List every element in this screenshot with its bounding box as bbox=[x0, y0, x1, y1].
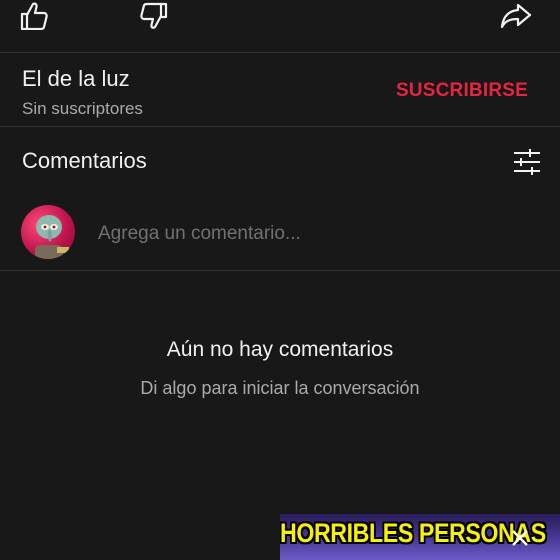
channel-row: El de la luz Sin suscriptores SUSCRIBIRS… bbox=[0, 54, 560, 126]
comments-header: Comentarios bbox=[0, 128, 560, 194]
sliders-icon bbox=[514, 149, 540, 175]
sort-filter-button[interactable] bbox=[512, 148, 542, 176]
close-icon bbox=[512, 530, 528, 546]
empty-comments-state: Aún no hay comentarios Di algo para inic… bbox=[0, 338, 560, 399]
like-button[interactable] bbox=[14, 0, 54, 32]
subscribe-button[interactable]: SUSCRIBIRSE bbox=[396, 80, 528, 102]
divider bbox=[0, 126, 560, 127]
subscriber-count: Sin suscriptores bbox=[22, 99, 143, 118]
comment-input[interactable] bbox=[98, 220, 518, 248]
thumb-down-icon bbox=[140, 2, 168, 29]
avatar-character-image bbox=[35, 215, 69, 259]
empty-state-subtitle: Di algo para iniciar la conversación bbox=[140, 378, 420, 398]
banner-close-button[interactable] bbox=[508, 526, 532, 550]
thumb-up-icon bbox=[20, 2, 48, 30]
divider bbox=[0, 52, 560, 53]
comments-title: Comentarios bbox=[22, 148, 147, 173]
banner-title: HORRIBLES PERSONAS bbox=[280, 518, 546, 548]
share-button[interactable] bbox=[496, 0, 536, 32]
dislike-button[interactable] bbox=[134, 0, 174, 32]
avatar bbox=[21, 205, 75, 259]
divider bbox=[0, 270, 560, 271]
video-action-bar bbox=[0, 0, 560, 52]
comments-screen: El de la luz Sin suscriptores SUSCRIBIRS… bbox=[0, 0, 560, 560]
share-icon bbox=[500, 3, 532, 29]
add-comment-row bbox=[0, 196, 560, 270]
empty-state-title: Aún no hay comentarios bbox=[166, 338, 394, 361]
channel-name[interactable]: El de la luz bbox=[22, 66, 130, 92]
